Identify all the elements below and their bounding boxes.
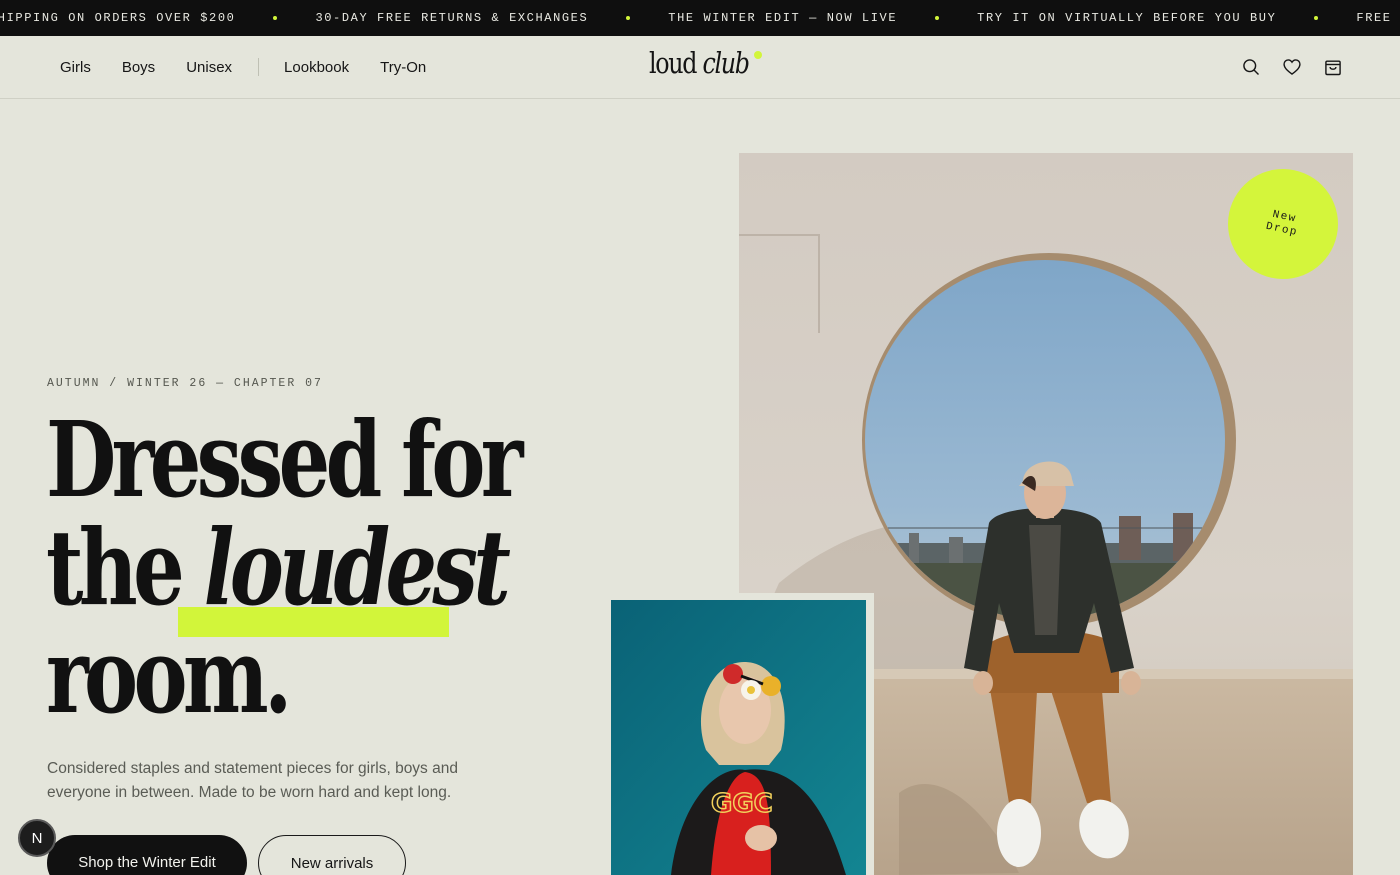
headline-line-2: the loudest	[46, 514, 511, 622]
new-arrivals-button[interactable]: New arrivals	[258, 835, 406, 875]
headline-line-2-italic: loudest	[203, 506, 511, 629]
nav-link-girls[interactable]: Girls	[60, 59, 91, 76]
separator-dot	[1314, 16, 1319, 20]
announcement-item: Free shipping on orders over $200	[0, 11, 236, 25]
logo-accent-dot	[754, 51, 762, 59]
headline-line-1: Dressed for	[46, 398, 524, 521]
hero-photo-secondary-illustration: GGC	[611, 600, 866, 875]
bag-icon[interactable]	[1322, 56, 1344, 78]
nav-link-lookbook[interactable]: Lookbook	[284, 59, 349, 76]
announcement-item: The Winter Edit — now live	[668, 11, 898, 25]
season-eyebrow: Autumn / Winter 26 — Chapter 07	[47, 377, 323, 390]
floating-dev-button[interactable]: N	[18, 819, 56, 857]
shop-winter-edit-button[interactable]: Shop the Winter Edit	[47, 835, 247, 875]
header-actions	[1221, 36, 1344, 98]
hero-headline: Dressed for the loudest room.	[46, 398, 524, 737]
nav-divider	[258, 58, 260, 76]
announcement-track: Free shipping on orders over $200 30-day…	[0, 0, 1400, 36]
nav-link-boys[interactable]: Boys	[122, 59, 155, 76]
nav-link-unisex[interactable]: Unisex	[186, 59, 232, 76]
main-nav: Girls Boys Unisex Lookbook Try-On	[60, 36, 457, 98]
logo-word-club: club	[702, 46, 750, 80]
nav-link-try-on[interactable]: Try-On	[380, 59, 426, 76]
separator-dot	[935, 16, 940, 20]
hero-subcopy: Considered staples and statement pieces …	[47, 760, 458, 801]
announcement-bar: Free shipping on orders over $200 30-day…	[0, 0, 1400, 36]
announcement-item: Free shipping on orders over $200	[1356, 11, 1400, 25]
logo-word-loud: loud	[649, 46, 698, 80]
separator-dot	[273, 16, 278, 20]
shirt-graphic: GGC	[711, 789, 773, 819]
site-logo[interactable]: loud club	[649, 46, 750, 86]
heart-icon[interactable]	[1281, 56, 1303, 78]
site-header: Girls Boys Unisex Lookbook Try-On loud c…	[0, 36, 1400, 99]
headline-line-3: room.	[46, 614, 292, 737]
announcement-item: Try it on virtually before you buy	[977, 11, 1277, 25]
headline-line-2-plain: the	[46, 506, 204, 629]
announcement-item: 30-day free returns & exchanges	[315, 11, 589, 25]
separator-dot	[626, 16, 631, 20]
search-icon[interactable]	[1240, 56, 1262, 78]
hero-photo-secondary: GGC	[611, 600, 866, 875]
